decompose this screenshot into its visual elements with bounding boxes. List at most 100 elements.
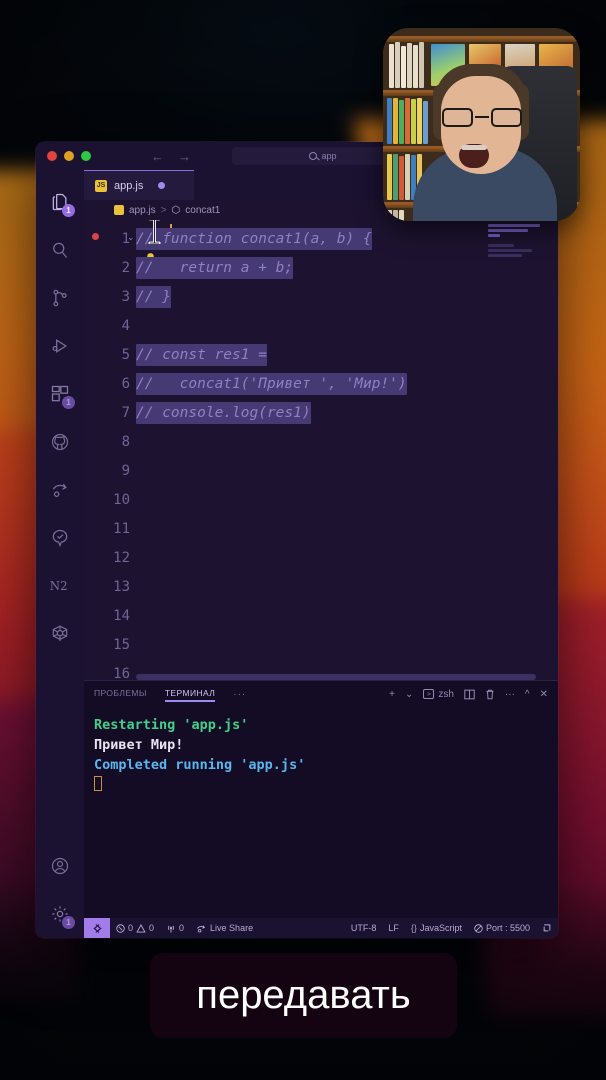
sidebar-item-settings[interactable]: 1	[36, 890, 84, 938]
braces-icon: {}	[410, 923, 417, 933]
sidebar-item-github[interactable]	[36, 418, 84, 466]
status-port[interactable]: Port : 5500	[468, 923, 536, 933]
line-number: 6	[121, 375, 130, 392]
books-group	[387, 210, 404, 221]
sidebar-item-search[interactable]	[36, 226, 84, 274]
code-line-text: // return a + b;	[136, 256, 294, 279]
sidebar-item-explorer[interactable]: 1	[36, 178, 84, 226]
sidebar-item-live-share[interactable]	[36, 466, 84, 514]
terminal-shell-label: zsh	[438, 688, 454, 700]
fold-chevron-icon[interactable]: ⌄	[127, 232, 135, 243]
trash-icon[interactable]	[485, 689, 495, 700]
book	[387, 210, 392, 221]
close-window-button[interactable]	[47, 151, 57, 161]
tab-app-js[interactable]: JS app.js	[84, 170, 194, 200]
js-file-icon: JS	[95, 179, 107, 192]
remote-window-button[interactable]	[84, 918, 110, 938]
bottom-panel: ПРОБЛЕМЫ ТЕРМИНАЛ ··· + ⌄ > zsh ··· ^ ✕ …	[84, 680, 558, 918]
circle-slash-icon	[474, 923, 483, 933]
testing-icon	[52, 529, 68, 548]
line-number: 15	[113, 636, 130, 653]
window-body: 1 1 N2 1 JS app.js app.js > ⬡ concat1 ⌄ …	[36, 170, 558, 938]
book	[399, 100, 404, 144]
book	[419, 42, 424, 88]
panel-overflow-icon[interactable]: ···	[233, 689, 246, 700]
code-line-text: // concat1('Привет ', 'Мир!')	[136, 372, 407, 395]
status-bar: 0 0 0 Live Share UTF-8 LF {} JavaScript …	[84, 918, 558, 938]
terminal-shell-chip[interactable]: > zsh	[423, 689, 454, 700]
forward-arrow-icon[interactable]: →	[178, 150, 191, 163]
panel-tab-bar: ПРОБЛЕМЫ ТЕРМИНАЛ ··· + ⌄ > zsh ··· ^ ✕	[84, 681, 558, 707]
book	[387, 98, 392, 144]
new-terminal-button[interactable]: +	[389, 689, 395, 700]
sidebar-item-run-and-debug[interactable]	[36, 322, 84, 370]
book	[401, 46, 406, 88]
editor-gutter[interactable]: ⌄ 1 2 3 4 5 6 7 8 9 10 11 12 13 14 15 16	[84, 220, 136, 680]
book	[399, 156, 404, 200]
tab-terminal[interactable]: ТЕРМИНАЛ	[164, 688, 216, 702]
panel-more-icon[interactable]: ···	[505, 689, 515, 700]
code-editor[interactable]: ⌄ 1 2 3 4 5 6 7 8 9 10 11 12 13 14 15 16…	[84, 220, 558, 680]
minimap-line	[488, 244, 514, 247]
warning-icon	[136, 923, 146, 932]
status-language[interactable]: {} JavaScript	[405, 923, 468, 933]
status-ports[interactable]: 0	[160, 923, 190, 933]
github-icon	[51, 433, 69, 451]
book	[393, 98, 398, 144]
encoding-label: UTF-8	[350, 923, 377, 933]
sidebar-item-source-control[interactable]	[36, 274, 84, 322]
minimize-window-button[interactable]	[64, 151, 74, 161]
book	[393, 154, 398, 200]
kubernetes-icon	[52, 625, 68, 641]
status-eol[interactable]: LF	[382, 923, 405, 933]
status-encoding[interactable]: UTF-8	[345, 923, 383, 933]
line-number: 13	[113, 578, 130, 595]
book	[389, 44, 394, 88]
editor-horizontal-scrollbar[interactable]	[136, 674, 536, 680]
minimap[interactable]	[488, 224, 550, 644]
book	[387, 154, 392, 200]
close-panel-icon[interactable]: ✕	[540, 689, 548, 700]
sidebar-item-kubernetes[interactable]	[36, 610, 84, 658]
line-number: 7	[121, 404, 130, 421]
screen-root: ← → app 1 1 N2 1 JS app.js app.js > ⬡ co…	[0, 0, 606, 1080]
eol-label: LF	[388, 923, 399, 933]
split-icon[interactable]	[464, 689, 475, 700]
search-icon	[53, 242, 68, 258]
back-arrow-icon[interactable]: ←	[151, 150, 164, 163]
sidebar-item-account[interactable]	[36, 842, 84, 890]
caption-text: передавать	[196, 973, 411, 1017]
webcam-overlay	[383, 28, 580, 221]
warning-count: 0	[149, 923, 155, 933]
error-count: 0	[128, 923, 134, 933]
search-icon	[309, 152, 318, 160]
port-label: Port : 5500	[485, 923, 530, 933]
tab-problems[interactable]: ПРОБЛЕМЫ	[94, 688, 147, 701]
bell-icon	[543, 924, 551, 932]
terminal-line: Restarting 'app.js'	[94, 717, 249, 733]
source-control-icon	[53, 289, 67, 307]
status-live-share[interactable]: Live Share	[190, 923, 259, 933]
glasses-bridge	[475, 116, 489, 118]
breakpoint-marker[interactable]	[92, 233, 99, 240]
status-notifications[interactable]	[536, 923, 558, 933]
tab-dirty-indicator[interactable]	[158, 182, 166, 189]
status-problems[interactable]: 0 0	[110, 923, 160, 933]
chevron-down-icon[interactable]: ⌄	[405, 689, 413, 700]
sidebar-item-extensions[interactable]: 1	[36, 370, 84, 418]
sidebar-item-notebook[interactable]: N2	[36, 562, 84, 610]
book	[399, 210, 404, 221]
sidebar-item-testing[interactable]	[36, 514, 84, 562]
mouth	[459, 144, 489, 168]
code-line-text: // const res1 =	[136, 343, 267, 366]
settings-badge: 1	[62, 916, 75, 929]
breadcrumb-symbol[interactable]: concat1	[185, 205, 220, 216]
line-number: 14	[113, 607, 130, 624]
live-share-icon	[52, 483, 67, 497]
terminal-output[interactable]: Restarting 'app.js' Привет Мир! Complete…	[84, 707, 558, 918]
breadcrumb-file[interactable]: app.js	[129, 205, 156, 216]
maximize-window-button[interactable]	[81, 151, 91, 161]
symbol-method-icon: ⬡	[171, 204, 181, 216]
collapse-panel-icon[interactable]: ^	[525, 689, 530, 700]
minimap-line	[488, 229, 528, 232]
